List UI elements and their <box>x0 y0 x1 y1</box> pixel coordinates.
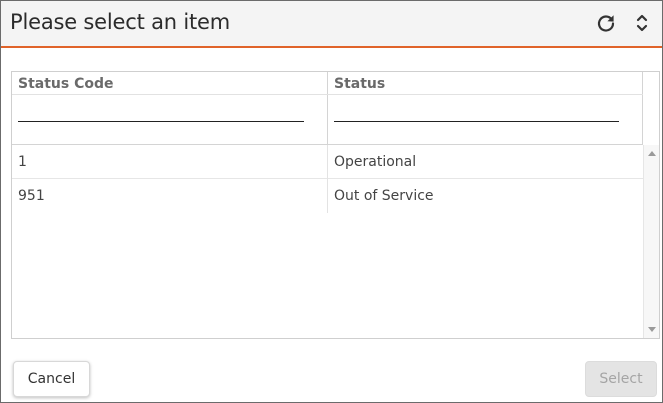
grid-header: Status Code Status <box>12 72 643 145</box>
column-label-status: Status <box>334 76 386 92</box>
cell-status: Operational <box>334 154 417 170</box>
table-row[interactable]: 1 Operational <box>12 145 643 179</box>
dialog-titlebar: Please select an item <box>1 1 662 48</box>
table-row[interactable]: 951 Out of Service <box>12 179 643 213</box>
dialog-title: Please select an item <box>10 10 230 34</box>
cell-status-code: 951 <box>12 179 328 213</box>
vertical-scrollbar[interactable] <box>643 145 659 338</box>
cancel-button[interactable]: Cancel <box>13 361 90 397</box>
column-label-status-code: Status Code <box>18 76 114 92</box>
select-item-dialog: Please select an item Status Code Status <box>0 0 663 403</box>
scroll-down-icon[interactable] <box>648 327 656 332</box>
status-filter-input[interactable] <box>334 106 619 122</box>
items-grid: Status Code Status 1 Operational 951 Out… <box>11 71 660 339</box>
select-button[interactable]: Select <box>585 361 657 397</box>
scroll-up-icon[interactable] <box>648 151 656 156</box>
cell-status: Out of Service <box>334 188 434 204</box>
expand-collapse-icon[interactable] <box>631 11 653 35</box>
column-header-status[interactable]: Status <box>328 72 643 145</box>
column-header-status-code[interactable]: Status Code <box>12 72 328 145</box>
cell-status-code: 1 <box>12 145 328 179</box>
refresh-icon[interactable] <box>595 11 617 35</box>
status-code-filter-input[interactable] <box>18 106 304 122</box>
header-separator <box>12 94 643 95</box>
